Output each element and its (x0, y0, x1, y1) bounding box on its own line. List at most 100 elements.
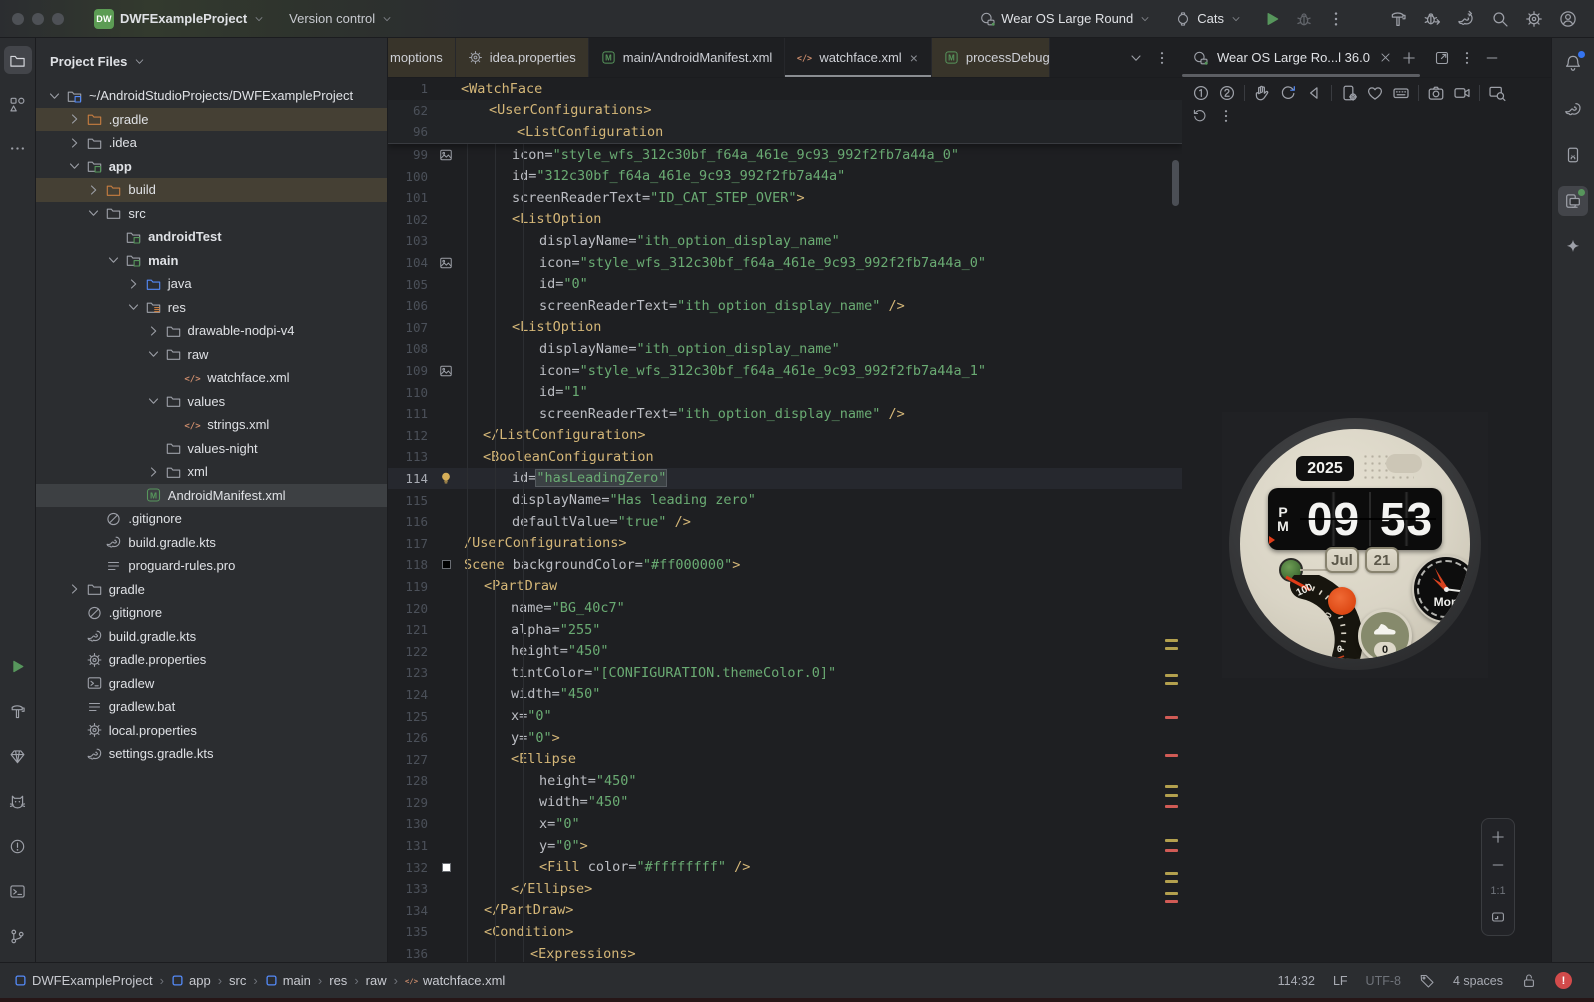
project-view-header[interactable]: Project Files (36, 38, 387, 84)
stripe-mark[interactable] (1165, 849, 1178, 852)
stripe-mark[interactable] (1165, 647, 1178, 650)
intention-bulb-icon[interactable] (439, 471, 453, 485)
stripe-mark[interactable] (1165, 674, 1178, 677)
breadcrumb-item[interactable]: </> watchface.xml (405, 973, 505, 988)
code-line[interactable]: 113 <BooleanConfiguration (388, 446, 1182, 468)
hammer-icon[interactable] (1384, 5, 1412, 33)
device-selector[interactable]: Wear OS Large Round (971, 7, 1159, 31)
code-line[interactable]: 128 height="450" (388, 770, 1182, 792)
tree-item[interactable]: gradlew (36, 672, 387, 696)
color-swatch[interactable] (441, 560, 451, 570)
tab-list-chevron-icon[interactable] (1128, 50, 1144, 66)
code-line[interactable]: 110 id="1" (388, 381, 1182, 403)
tool-problems-button[interactable] (4, 832, 32, 860)
code-line[interactable]: 99 icon="style_wfs_312c30bf_f64a_461e_9c9… (388, 144, 1182, 166)
tree-item[interactable]: gradlew.bat (36, 695, 387, 719)
tree-item[interactable]: local.properties (36, 719, 387, 743)
tree-item[interactable]: values (36, 390, 387, 414)
indent-setting[interactable]: 4 spaces (1453, 974, 1503, 988)
tool-gradle-button[interactable] (1558, 94, 1588, 124)
kebab-icon[interactable] (1218, 108, 1234, 124)
tree-item[interactable]: .idea (36, 131, 387, 155)
tree-item[interactable]: build.gradle.kts (36, 531, 387, 555)
code-line[interactable]: 104 icon="style_wfs_312c30bf_f64a_461e_9c… (388, 252, 1182, 274)
editor-scrollbar[interactable] (1172, 160, 1179, 206)
zoom-fit-icon[interactable] (1490, 909, 1506, 925)
camera-icon[interactable] (1427, 84, 1445, 102)
stripe-mark[interactable] (1165, 716, 1178, 719)
code-line[interactable]: 132 <Fill color="#ffffffff" /> (388, 856, 1182, 878)
editor-tab[interactable]: idea.properties (455, 38, 589, 77)
hide-panel-icon[interactable] (1484, 50, 1500, 66)
sync-icon[interactable] (1452, 5, 1480, 33)
chevron-right-icon[interactable] (85, 182, 102, 198)
stripe-mark[interactable] (1165, 880, 1178, 883)
tree-item[interactable]: java (36, 272, 387, 296)
code-line[interactable]: 108 displayName="ith_option_display_name" (388, 338, 1182, 360)
tree-item[interactable]: .gitignore (36, 507, 387, 531)
back-icon[interactable] (1305, 84, 1323, 102)
stripe-mark[interactable] (1165, 785, 1178, 788)
tree-item[interactable]: build (36, 178, 387, 202)
search-icon[interactable] (1486, 5, 1514, 33)
zoom-out-icon[interactable] (1490, 857, 1506, 873)
image-preview-icon[interactable] (439, 364, 453, 378)
tool-bell-button[interactable] (1558, 48, 1588, 78)
tool-structure-button[interactable] (4, 90, 32, 118)
chevron-right-icon[interactable] (66, 111, 83, 127)
tree-item[interactable]: gradle.properties (36, 648, 387, 672)
zoom-actual-size[interactable]: 1:1 (1490, 885, 1505, 897)
stripe-mark[interactable] (1165, 805, 1178, 808)
image-preview-icon[interactable] (439, 256, 453, 270)
chevron-right-icon[interactable] (66, 581, 83, 597)
stripe-mark[interactable] (1165, 900, 1178, 903)
editor-tab[interactable]: </> watchface.xml × (785, 38, 932, 77)
vcs-widget[interactable]: Version control (281, 7, 401, 30)
tool-device-manager-button[interactable] (1558, 140, 1588, 170)
chevron-down-icon[interactable] (66, 158, 83, 174)
two-icon[interactable] (1218, 84, 1236, 102)
caret-position[interactable]: 114:32 (1278, 974, 1315, 988)
code-line[interactable]: 116 defaultValue="true" /> (388, 511, 1182, 533)
code-line[interactable]: 111 screenReaderText="ith_option_display_… (388, 403, 1182, 425)
code-line[interactable]: 106 screenReaderText="ith_option_display_… (388, 295, 1182, 317)
tree-item[interactable]: </> strings.xml (36, 413, 387, 437)
image-preview-icon[interactable] (439, 148, 453, 162)
file-encoding[interactable]: UTF-8 (1366, 974, 1401, 988)
reset-icon[interactable] (1192, 108, 1208, 124)
code-line[interactable]: 135 <Condition> (388, 921, 1182, 943)
code-line[interactable]: 129 width="450" (388, 792, 1182, 814)
stripe-mark[interactable] (1165, 754, 1178, 757)
stripe-mark[interactable] (1165, 794, 1178, 797)
tree-item[interactable]: settings.gradle.kts (36, 742, 387, 766)
breadcrumb-item[interactable]: res (329, 973, 347, 988)
tree-item[interactable]: .gradle (36, 107, 387, 131)
hand-icon[interactable] (1253, 84, 1271, 102)
tool-hammer-button[interactable] (4, 697, 32, 725)
code-line[interactable]: 62 <UserConfigurations> (388, 99, 1182, 122)
rotate-icon[interactable] (1279, 84, 1297, 102)
line-separator[interactable]: LF (1333, 974, 1348, 988)
video-icon[interactable] (1453, 84, 1471, 102)
tree-item[interactable]: .gitignore (36, 601, 387, 625)
code-line[interactable]: 118 Scene backgroundColor="#ff000000"> (388, 554, 1182, 576)
more-options-icon[interactable] (1459, 50, 1475, 66)
code-line[interactable]: 107 <ListOption (388, 317, 1182, 339)
code-line[interactable]: 115 displayName="Has leading zero" (388, 489, 1182, 511)
code-line[interactable]: 123 tintColor="[CONFIGURATION.themeColor.… (388, 662, 1182, 684)
code-line[interactable]: 1 <WatchFace (388, 78, 1182, 100)
stripe-mark[interactable] (1165, 682, 1178, 685)
code-line[interactable]: 125 x="0" (388, 705, 1182, 727)
tree-item[interactable]: </> watchface.xml (36, 366, 387, 390)
tree-item[interactable]: ~/AndroidStudioProjects/DWFExampleProjec… (36, 84, 387, 108)
tool-sparkle-button[interactable] (1558, 232, 1588, 262)
avatar-icon[interactable] (1554, 5, 1582, 33)
chevron-down-icon[interactable] (46, 88, 63, 104)
phone-gear-icon[interactable] (1340, 84, 1358, 102)
device-tab-title[interactable]: Wear OS Large Ro...l 36.0 (1217, 50, 1370, 65)
editor-tab[interactable]: moptions (388, 38, 456, 77)
code-line[interactable]: 122 height="450" (388, 640, 1182, 662)
keyboard-icon[interactable] (1392, 84, 1410, 102)
code-line[interactable]: 124 width="450" (388, 684, 1182, 706)
editor-tab[interactable]: MprocessDebug (931, 38, 1050, 77)
